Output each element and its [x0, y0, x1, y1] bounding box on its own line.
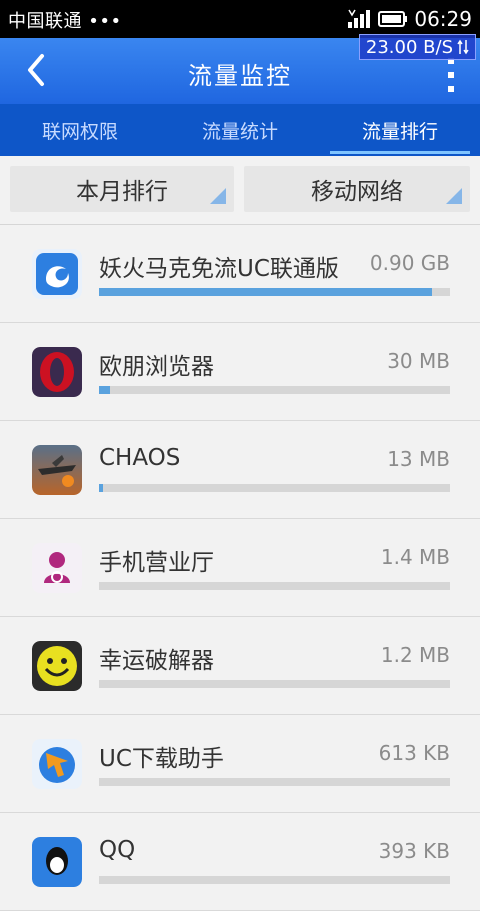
- app-name: CHAOS: [99, 445, 181, 471]
- list-item[interactable]: 妖火马克免流UC联通版 0.90 GB: [0, 225, 480, 323]
- app-traffic-size: 613 KB: [378, 741, 450, 765]
- app-name: 妖火马克免流UC联通版: [99, 256, 339, 282]
- usage-bar: [99, 386, 450, 394]
- app-traffic-size: 13 MB: [387, 447, 450, 471]
- period-selector[interactable]: 本月排行: [10, 166, 234, 212]
- app-name: QQ: [99, 837, 136, 863]
- network-type-value: 移动网络: [311, 179, 403, 205]
- usage-bar-fill: [99, 386, 110, 394]
- qq-icon: [32, 837, 82, 887]
- network-speed-value: 23.00 B/S: [365, 36, 453, 58]
- period-selector-value: 本月排行: [76, 179, 168, 205]
- carrier-label: 中国联通 •••: [8, 11, 122, 32]
- status-icons: 06:29: [346, 5, 472, 33]
- app-traffic-size: 30 MB: [387, 349, 450, 373]
- status-bar: 中国联通 ••• 06:29: [0, 0, 480, 38]
- usage-bar: [99, 876, 450, 884]
- list-item[interactable]: UC下载助手 613 KB: [0, 715, 480, 813]
- network-type-selector[interactable]: 移动网络: [244, 166, 470, 212]
- app-name: 幸运破解器: [99, 648, 214, 674]
- page-title: 流量监控: [188, 62, 292, 90]
- more-menu-icon[interactable]: [446, 56, 456, 96]
- uc-download-icon: [32, 739, 82, 789]
- unicom-service-icon: [32, 543, 82, 593]
- list-item[interactable]: 幸运破解器 1.2 MB: [0, 617, 480, 715]
- filter-bar: 本月排行 移动网络: [0, 156, 480, 224]
- network-speed-badge[interactable]: 23.00 B/S: [358, 34, 476, 60]
- list-item[interactable]: 欧朋浏览器 30 MB: [0, 323, 480, 421]
- battery-icon: [378, 11, 408, 27]
- app-traffic-size: 393 KB: [378, 839, 450, 863]
- app-traffic-size: 0.90 GB: [369, 251, 450, 275]
- usage-bar: [99, 582, 450, 590]
- tab-bar: 联网权限 流量统计 流量排行: [0, 104, 480, 156]
- usage-bar: [99, 778, 450, 786]
- list-item[interactable]: 手机营业厅 1.4 MB: [0, 519, 480, 617]
- up-down-arrows-icon: [457, 39, 469, 55]
- usage-bar-fill: [99, 288, 433, 296]
- opera-icon: [32, 347, 82, 397]
- tab-network-permission[interactable]: 联网权限: [0, 104, 160, 156]
- uc-browser-icon: [32, 249, 82, 299]
- list-item[interactable]: QQ 393 KB: [0, 813, 480, 911]
- chaos-game-icon: [32, 445, 82, 495]
- usage-bar: [99, 288, 450, 296]
- tab-traffic-ranking[interactable]: 流量排行: [320, 104, 480, 156]
- dropdown-corner-icon: [210, 188, 226, 204]
- tab-traffic-statistics[interactable]: 流量统计: [160, 104, 320, 156]
- usage-bar: [99, 484, 450, 492]
- dropdown-corner-icon: [446, 188, 462, 204]
- signal-icon: [348, 9, 371, 28]
- app-traffic-list: 妖火马克免流UC联通版 0.90 GB 欧朋浏览器 30 MB CHAOS 13…: [0, 225, 480, 911]
- list-item[interactable]: CHAOS 13 MB: [0, 421, 480, 519]
- app-name: 欧朋浏览器: [99, 354, 214, 380]
- usage-bar: [99, 680, 450, 688]
- clock: 06:29: [414, 7, 472, 31]
- app-traffic-size: 1.4 MB: [380, 545, 450, 569]
- lucky-patcher-icon: [32, 641, 82, 691]
- app-traffic-size: 1.2 MB: [380, 643, 450, 667]
- usage-bar-fill: [99, 484, 104, 492]
- app-name: UC下载助手: [99, 746, 224, 772]
- app-name: 手机营业厅: [99, 550, 214, 576]
